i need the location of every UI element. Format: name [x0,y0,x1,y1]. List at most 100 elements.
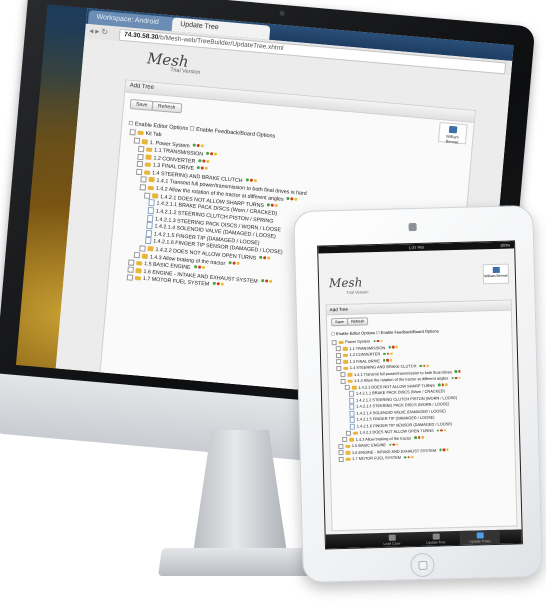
status-dot-icon[interactable] [192,143,196,147]
status-dot-icon[interactable] [245,178,249,182]
status-dot-icon[interactable] [201,265,205,270]
expand-toggle-icon[interactable] [137,145,145,153]
status-dot-icon[interactable] [202,159,206,163]
status-dot-icon[interactable] [290,197,294,201]
status-dot-icon[interactable] [206,159,210,163]
status-dot-icon[interactable] [421,435,424,439]
status-dot-icon[interactable] [386,358,389,362]
tab-0[interactable]: Load Case [372,532,412,547]
status-dot-icon[interactable] [454,369,458,373]
status-dot-icon[interactable] [414,436,417,439]
status-dot-icon[interactable] [263,256,267,260]
status-dot-icon[interactable] [232,260,236,265]
status-dot-icon[interactable] [442,448,446,451]
user-box[interactable]: William Bennet [482,263,510,285]
status-dot-icon[interactable] [419,364,422,367]
status-dot-icon[interactable] [259,255,263,259]
status-dot-icon[interactable] [388,443,392,446]
status-dot-icon[interactable] [212,282,216,286]
status-dot-icon[interactable] [209,152,214,156]
expand-toggle-icon[interactable] [340,372,346,378]
status-dot-icon[interactable] [268,279,272,283]
expand-toggle-icon[interactable] [338,443,344,449]
status-dot-icon[interactable] [220,282,224,286]
status-dot-icon[interactable] [443,428,447,432]
status-dot-icon[interactable] [417,435,421,439]
expand-toggle-icon[interactable] [336,365,342,371]
status-dot-icon[interactable] [294,197,298,202]
tab-1[interactable]: Update Tree [416,531,456,546]
save-button[interactable]: Save [129,98,154,111]
status-dot-icon[interactable] [388,345,391,349]
status-dot-icon[interactable] [422,364,426,367]
expand-toggle-icon[interactable] [331,339,337,345]
status-dot-icon[interactable] [200,166,205,170]
status-dot-icon[interactable] [446,448,449,451]
status-dot-icon[interactable] [382,358,386,362]
save-button[interactable]: Save [330,317,348,327]
status-dot-icon[interactable] [454,376,458,380]
expand-toggle-icon[interactable] [136,160,144,168]
status-dot-icon[interactable] [436,428,440,432]
status-dot-icon[interactable] [441,383,444,386]
status-dot-icon[interactable] [198,158,202,163]
user-box[interactable]: William Bennet [437,121,468,145]
feedback-checkbox[interactable]: ☐ [189,126,194,132]
status-dot-icon[interactable] [458,369,461,373]
refresh-button[interactable]: Refresh [151,100,182,114]
expand-toggle-icon[interactable] [129,128,136,136]
expand-toggle-icon[interactable] [335,352,342,358]
status-dot-icon[interactable] [196,166,201,170]
status-dot-icon[interactable] [390,352,393,355]
status-dot-icon[interactable] [458,376,461,379]
status-dot-icon[interactable] [253,178,257,183]
status-dot-icon[interactable] [407,455,411,459]
expand-toggle-icon[interactable] [335,346,341,352]
status-dot-icon[interactable] [249,178,253,182]
status-dot-icon[interactable] [274,203,279,207]
status-dot-icon[interactable] [236,261,240,265]
status-dot-icon[interactable] [228,260,232,264]
nav-buttons-icon[interactable]: ◂▸↻ [89,26,110,37]
expand-toggle-icon[interactable] [137,153,144,160]
status-dot-icon[interactable] [266,202,271,207]
expand-toggle-icon[interactable] [128,259,135,266]
status-dot-icon[interactable] [264,279,268,283]
expand-toggle-icon[interactable] [342,437,348,443]
status-dot-icon[interactable] [451,376,454,380]
status-dot-icon[interactable] [373,339,376,343]
status-dot-icon[interactable] [391,345,395,349]
status-dot-icon[interactable] [403,455,407,459]
expand-toggle-icon[interactable] [140,175,147,183]
tab-2[interactable]: Update Trees [459,529,500,545]
status-dot-icon[interactable] [444,383,448,386]
status-dot-icon[interactable] [267,256,271,260]
status-dot-icon[interactable] [386,352,390,355]
expand-toggle-icon[interactable] [139,184,147,191]
status-dot-icon[interactable] [260,278,264,282]
status-dot-icon[interactable] [200,143,204,148]
status-dot-icon[interactable] [204,167,209,171]
home-button[interactable] [410,552,435,578]
expand-toggle-icon[interactable] [338,450,344,456]
refresh-button[interactable]: Refresh [346,317,369,326]
expand-toggle-icon[interactable] [133,252,141,259]
status-dot-icon[interactable] [196,143,200,147]
expand-toggle-icon[interactable] [344,385,350,391]
status-dot-icon[interactable] [426,364,429,367]
feedback-checkbox[interactable]: ☐ [376,330,380,335]
status-dot-icon[interactable] [213,152,218,156]
status-dot-icon[interactable] [439,448,442,451]
status-dot-icon[interactable] [437,383,441,386]
status-dot-icon[interactable] [205,151,210,156]
status-dot-icon[interactable] [380,339,383,342]
status-dot-icon[interactable] [376,339,380,343]
status-dot-icon[interactable] [392,443,396,446]
status-dot-icon[interactable] [395,345,398,349]
status-dot-icon[interactable] [193,265,197,269]
status-dot-icon[interactable] [383,352,386,355]
status-dot-icon[interactable] [286,197,290,201]
expand-toggle-icon[interactable] [340,378,346,384]
status-dot-icon[interactable] [270,203,275,207]
status-dot-icon[interactable] [389,358,393,362]
